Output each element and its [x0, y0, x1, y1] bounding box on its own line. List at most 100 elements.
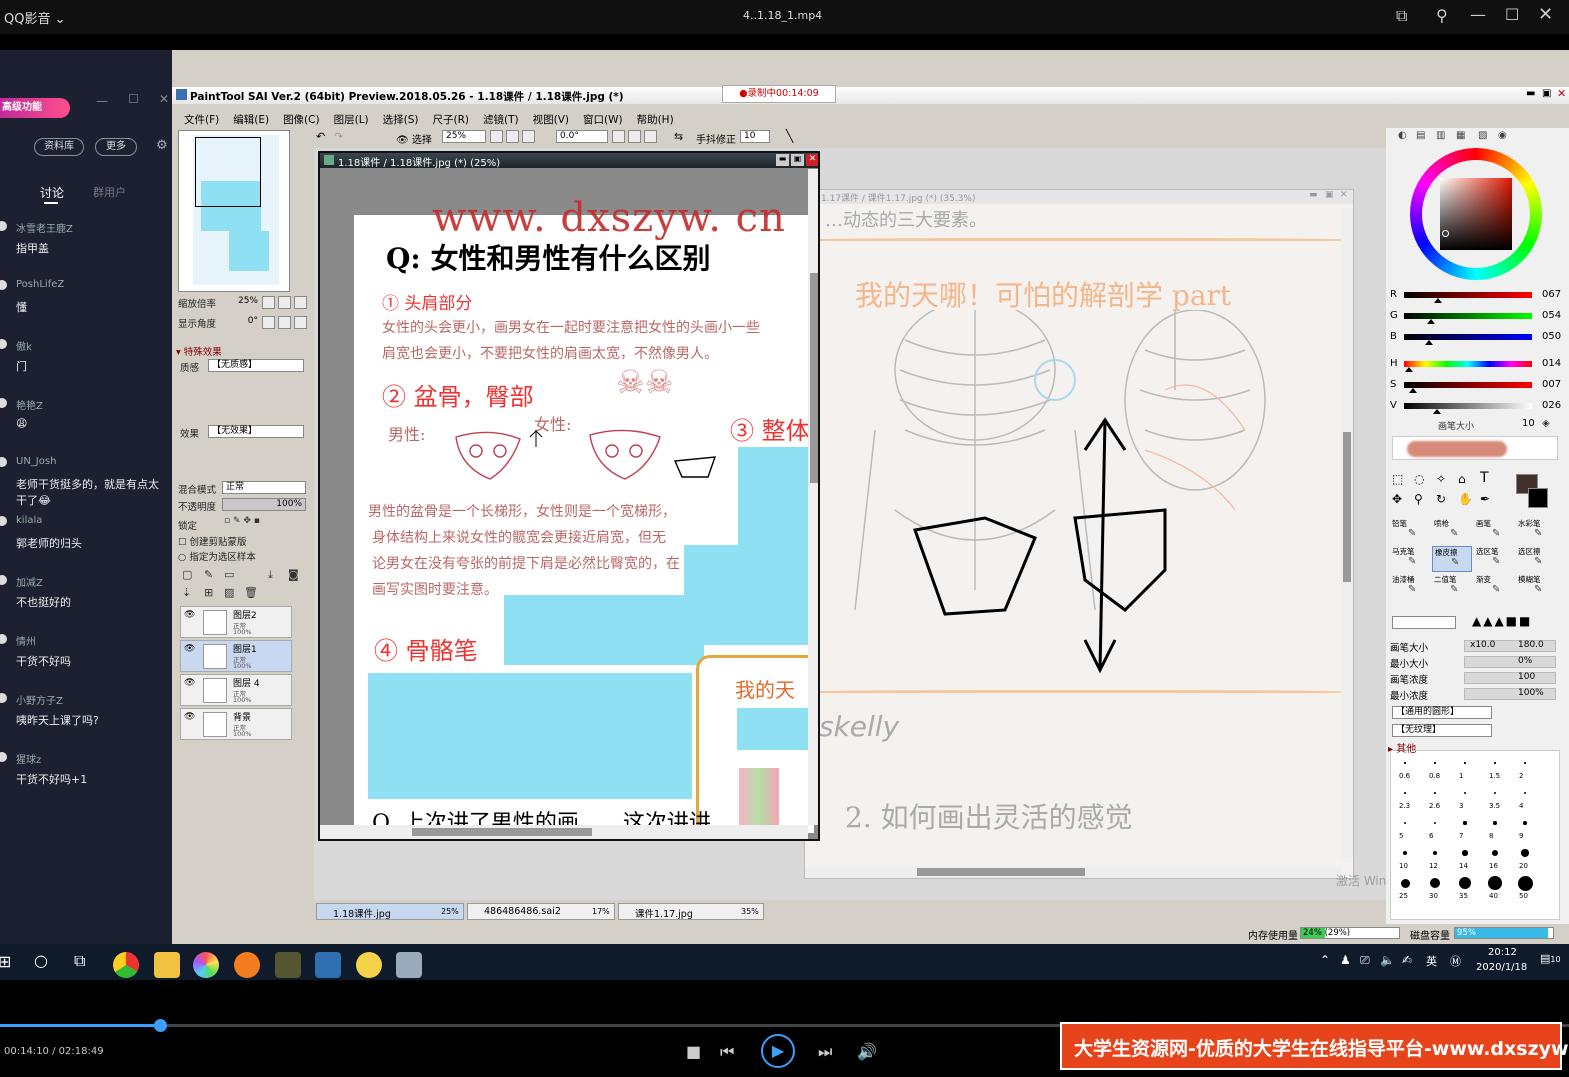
menu-item[interactable]: 窗口(W) — [583, 114, 623, 126]
brush-preset-dot[interactable] — [1400, 878, 1410, 888]
more-button[interactable]: 更多 — [95, 138, 137, 156]
color-slider-marker[interactable] — [1433, 409, 1442, 414]
chat-username[interactable]: kilala — [16, 515, 42, 526]
brush-preset-dot[interactable] — [1524, 762, 1526, 764]
tray-pen-icon[interactable]: ✍ — [1402, 953, 1412, 967]
mixer-tab[interactable]: ▧ — [1478, 130, 1487, 141]
color-slider-marker[interactable] — [1433, 298, 1442, 303]
tray-ime[interactable]: 英 — [1426, 953, 1437, 969]
avatar[interactable] — [0, 280, 7, 290]
redo-icon[interactable]: ↷ — [334, 130, 343, 143]
doc-window-1[interactable]: 1.18课件 / 1.18课件.jpg (*) (25%) ▬ ▣ ✕ Q: 女… — [318, 151, 820, 841]
brush-tool-button[interactable]: 喷枪 ✎ — [1432, 518, 1472, 544]
brush-param-slider[interactable] — [1464, 656, 1556, 668]
color-channel-value[interactable]: 050 — [1542, 331, 1561, 342]
stabilizer-field[interactable]: 10 — [740, 130, 770, 143]
brush-preset-dot[interactable] — [1402, 850, 1408, 856]
color-slider-marker[interactable] — [1404, 367, 1413, 372]
text-tool-icon[interactable]: T — [1480, 470, 1489, 486]
zoom-in-button[interactable] — [506, 130, 519, 143]
doc2-close-icon[interactable]: ✕ — [1340, 190, 1348, 200]
doc1-maximize-icon[interactable]: ▣ — [791, 154, 804, 166]
brush-preset-dot[interactable] — [1521, 849, 1529, 857]
maximize-icon[interactable]: ☐ — [1505, 5, 1519, 24]
brush-size-multiplier[interactable]: x10.0 — [1470, 640, 1495, 650]
game-icon[interactable] — [275, 952, 301, 978]
menu-item[interactable]: 文件(F) — [184, 114, 219, 126]
panel-zoom-out[interactable] — [262, 296, 275, 309]
brush-shape-select[interactable]: 【通用的圆形】 — [1392, 706, 1492, 719]
tray-ime-mode-icon[interactable]: Ⓜ — [1450, 953, 1461, 969]
document-tab[interactable]: 1.18课件.jpg 25% — [316, 903, 464, 920]
chat-username[interactable]: PoshLifeZ — [16, 279, 64, 290]
pip-icon[interactable]: ⧉ — [1396, 6, 1407, 26]
search-icon[interactable]: ○ — [34, 951, 48, 970]
brush-tool-button[interactable]: 铅笔 ✎ — [1390, 518, 1430, 544]
chat-username[interactable]: 情州 — [16, 633, 36, 648]
color-channel-slider[interactable] — [1404, 334, 1532, 340]
rotate-left-button[interactable] — [612, 130, 625, 143]
brush-preset-dot[interactable] — [1464, 762, 1466, 764]
brush-preset-dot[interactable] — [1403, 821, 1407, 825]
brush-preset-dot[interactable] — [1404, 762, 1406, 764]
hue-ring[interactable] — [1410, 148, 1542, 280]
brush-edit-icon[interactable]: ◈ — [1542, 418, 1550, 429]
layer-row[interactable]: 👁 图层2 正常 100% — [180, 606, 292, 638]
doc2-maximize-icon[interactable]: ▣ — [1325, 190, 1334, 200]
color-channel-slider[interactable] — [1404, 382, 1532, 388]
minimize-icon[interactable]: — — [96, 94, 108, 108]
brush-tool-button[interactable]: 选区擦 ✎ — [1516, 546, 1556, 572]
new-layer-icon[interactable]: ▢ — [182, 568, 192, 581]
app-icon[interactable] — [396, 952, 422, 978]
color-channel-slider[interactable] — [1404, 361, 1532, 367]
color-channel-value[interactable]: 007 — [1542, 379, 1561, 390]
clock-time[interactable]: 20:12 — [1488, 947, 1517, 958]
panel-zoom-in[interactable] — [278, 296, 291, 309]
menu-item[interactable]: 帮助(H) — [637, 114, 674, 126]
stop-icon[interactable]: ■ — [686, 1042, 701, 1061]
previous-icon[interactable]: ⏮ — [720, 1042, 734, 1062]
brush-preset-dot[interactable] — [1491, 849, 1499, 857]
panel-rotate-left[interactable] — [262, 316, 275, 329]
line-icon[interactable]: ╲ — [786, 129, 793, 143]
premium-badge[interactable]: 高级功能 — [0, 98, 70, 118]
effect-select[interactable]: 【无效果】 — [208, 425, 304, 438]
chat-username[interactable]: 猩球z — [16, 751, 41, 766]
brush-preset-dot[interactable] — [1462, 850, 1468, 856]
brush-tool-button[interactable]: 画笔 ✎ — [1474, 518, 1514, 544]
eye-icon[interactable]: 👁 — [184, 712, 198, 724]
qq-icon[interactable] — [356, 952, 382, 978]
minimize-icon[interactable]: — — [1470, 5, 1486, 24]
menu-item[interactable]: 编辑(E) — [233, 114, 269, 126]
doc2-minimize-icon[interactable]: ▬ — [1309, 190, 1318, 200]
brush-preset-dot[interactable] — [1432, 850, 1438, 856]
brush-preset-dot[interactable] — [1458, 876, 1472, 890]
doc2-hscroll[interactable] — [805, 866, 1341, 878]
scratchpad-tab[interactable]: ◉ — [1498, 130, 1507, 141]
eye-icon[interactable]: 👁 — [184, 644, 198, 656]
brush-preset-dot[interactable] — [1434, 792, 1436, 794]
chat-username[interactable]: UN_Josh — [16, 456, 56, 467]
zoom-field[interactable]: 25% — [442, 130, 486, 143]
tab-members[interactable]: 群用户 — [93, 184, 126, 200]
avatar[interactable] — [0, 457, 7, 467]
chrome-icon[interactable] — [113, 952, 139, 978]
library-button[interactable]: 资料库 — [34, 138, 84, 156]
color-channel-slider[interactable] — [1404, 292, 1532, 298]
pin-icon[interactable]: ⚲ — [1436, 6, 1448, 25]
clear-icon[interactable]: ▨ — [224, 586, 234, 599]
mask-icon[interactable]: ◙ — [288, 568, 299, 581]
file-explorer-icon[interactable] — [154, 952, 180, 978]
rgb-slider-tab[interactable]: ▤ — [1416, 130, 1425, 141]
eye-icon[interactable]: 👁 — [184, 610, 198, 622]
zoom-value[interactable]: 25% — [228, 296, 260, 308]
photos-icon[interactable] — [315, 952, 341, 978]
menu-item[interactable]: 图层(L) — [334, 114, 369, 126]
close-icon[interactable]: ✕ — [159, 92, 169, 106]
menu-item[interactable]: 图像(C) — [283, 114, 320, 126]
sai-taskbar-icon[interactable] — [193, 952, 219, 978]
lock-icons[interactable]: ▫ ✎ ✥ ▪ — [224, 516, 260, 526]
selection-source-checkbox[interactable]: ○ 指定为选区样本 — [178, 549, 256, 563]
brush-preset-dot[interactable] — [1493, 791, 1497, 795]
brush-blend-select[interactable] — [1392, 616, 1456, 629]
